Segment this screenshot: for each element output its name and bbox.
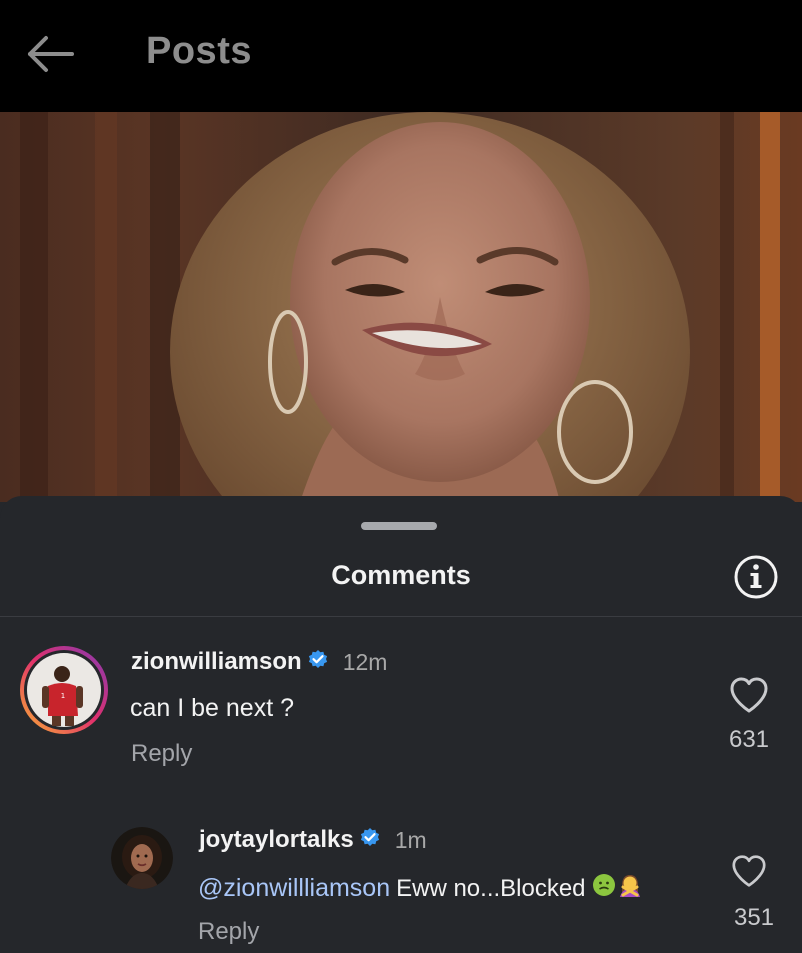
reply-button[interactable]: Reply — [198, 918, 259, 946]
woman-gesturing-no-emoji-icon — [617, 872, 643, 905]
arrow-left-icon — [28, 36, 74, 72]
nauseated-face-emoji-icon — [592, 873, 616, 904]
avatar-image — [111, 827, 173, 889]
verified-badge-icon — [359, 827, 381, 854]
like-count: 351 — [733, 904, 775, 931]
post-media[interactable] — [0, 112, 802, 502]
like-button[interactable] — [730, 854, 768, 888]
comment-username[interactable]: joytaylortalks — [199, 826, 354, 854]
page-title: Posts — [146, 30, 252, 72]
post-video-frame — [0, 112, 802, 502]
comment-body: Eww no...Blocked — [396, 874, 586, 902]
comment-item: joytaylortalks 1m @zionwillliamson Eww n… — [0, 496, 802, 953]
mention-link[interactable]: @zionwillliamson — [198, 874, 390, 903]
comments-sheet: Comments 1 zionwilliamson 12m can I be n… — [0, 496, 802, 953]
back-button[interactable] — [20, 28, 80, 80]
avatar[interactable] — [111, 827, 173, 889]
comment-time: 1m — [394, 826, 427, 853]
instagram-post-page: Posts Comments 1 zionwilliamson 12m can … — [0, 0, 802, 953]
top-bar: Posts — [0, 0, 802, 112]
heart-icon — [732, 855, 766, 887]
comment-header: joytaylortalks 1m — [199, 826, 427, 854]
comment-text: @zionwillliamson Eww no...Blocked — [198, 872, 643, 905]
